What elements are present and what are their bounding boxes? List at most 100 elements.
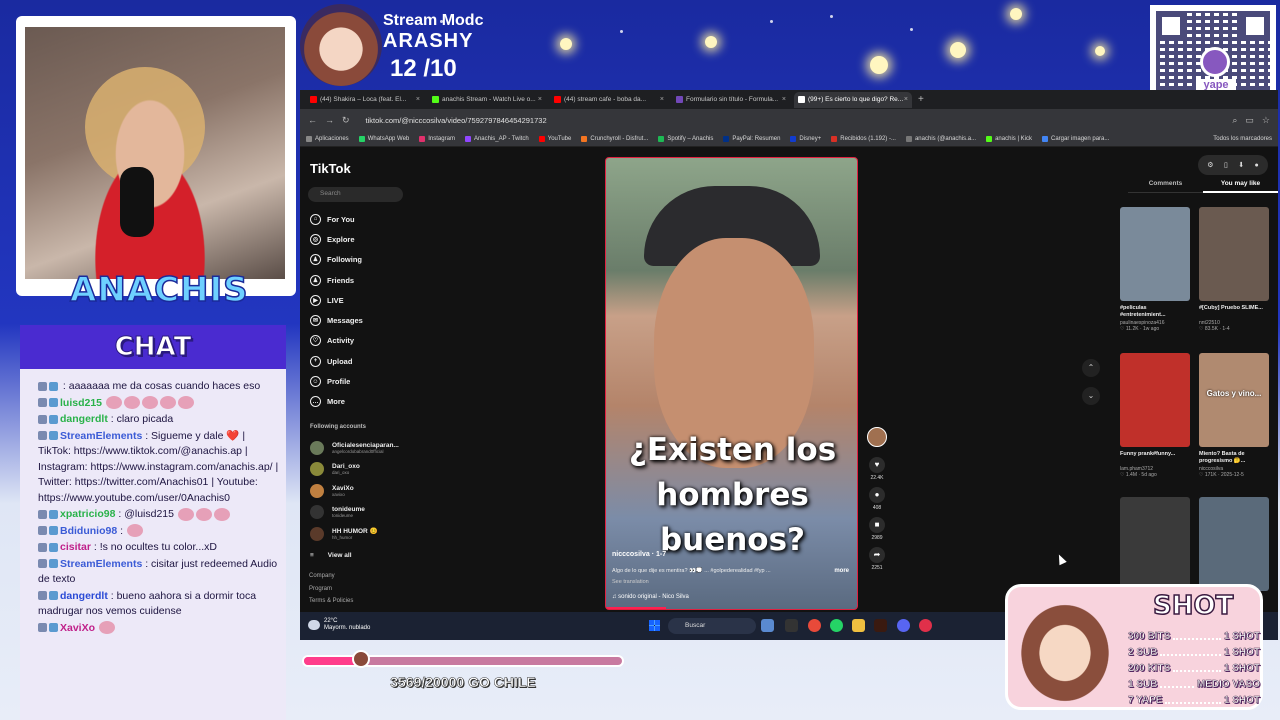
see-translation-link[interactable]: See translation [612, 579, 649, 585]
video-thumbnail[interactable] [1199, 497, 1269, 591]
tab-close-icon[interactable]: × [660, 96, 664, 103]
video-author[interactable]: nicccosilva · 1-7 [612, 551, 666, 558]
like-action[interactable]: ♥ 22.4K [867, 457, 887, 481]
recommended-video[interactable]: #peliculas #entretenimient... paulinaespi… [1120, 207, 1190, 332]
share-action[interactable]: ➦ 2251 [867, 547, 887, 571]
save-action[interactable]: ■ 2989 [867, 517, 887, 541]
settings-icon[interactable]: ⚙ [1207, 161, 1213, 169]
recommended-video[interactable]: Gatos y vino... Miento? Basta de progresi… [1199, 353, 1269, 478]
back-icon[interactable]: ← [308, 115, 317, 125]
discord-icon[interactable] [897, 619, 910, 632]
creator-avatar[interactable] [867, 427, 887, 447]
tiktok-search-input[interactable]: Search [308, 187, 403, 202]
new-tab-icon[interactable]: + [918, 94, 924, 105]
chat-username[interactable]: dangerdlt [60, 590, 108, 602]
tiktok-nav-profile[interactable]: ☺ Profile [310, 371, 363, 391]
comment-action[interactable]: ● 408 [867, 487, 887, 511]
forward-icon[interactable]: → [325, 115, 334, 125]
recommended-video[interactable] [1120, 497, 1190, 591]
all-bookmarks[interactable]: Todos los marcadores [1213, 136, 1272, 142]
tiktok-nav-for-you[interactable]: ⌂ For You [310, 209, 363, 229]
bookmark-item[interactable]: anachis (@anachis.a... [905, 135, 976, 142]
taskbar-search[interactable]: Buscar [668, 618, 756, 634]
tab-close-icon[interactable]: × [538, 96, 542, 103]
following-account[interactable]: tonideume tonideume [310, 502, 399, 524]
browser-tab[interactable]: Formulario sin título - Formula... × [672, 92, 790, 108]
tab-comments[interactable]: Comments [1128, 180, 1203, 193]
windows-start-icon[interactable] [649, 620, 660, 631]
browser-tab[interactable]: (44) stream cafe - boba da... × [550, 92, 668, 108]
tiktok-nav-upload[interactable]: + Upload [310, 351, 363, 371]
tiktok-nav-following[interactable]: ♟ Following [310, 250, 363, 270]
video-thumbnail[interactable] [1120, 207, 1190, 301]
chat-username[interactable]: dangerdlt [60, 413, 108, 425]
bookmark-star-icon[interactable]: ☆ [1262, 115, 1270, 126]
following-account[interactable]: Dari_oxo dari_oxo [310, 459, 399, 481]
chat-username[interactable]: xpatricio98 [60, 508, 115, 520]
profile-icon[interactable]: ● [1255, 162, 1259, 169]
bookmark-item[interactable]: anachis | Kick [986, 135, 1032, 142]
tiktok-nav-messages[interactable]: ✉ Messages [310, 310, 363, 330]
video-thumbnail[interactable] [1120, 497, 1190, 591]
tab-close-icon[interactable]: × [416, 96, 420, 103]
bookmark-item[interactable]: PayPal: Resumen [723, 135, 780, 142]
tiktok-video-player[interactable]: ¿Existen los hombres buenos? nicccosilva… [605, 157, 858, 610]
recommended-video[interactable]: Funny prank#funny... lam.pham3712 ♡ 1.4M ·… [1120, 353, 1190, 478]
tab-close-icon[interactable]: × [904, 96, 908, 103]
footer-link[interactable]: Company [309, 570, 353, 583]
taskbar-app-icon[interactable] [761, 619, 774, 632]
tab-you-may-like[interactable]: You may like [1203, 180, 1278, 193]
video-thumbnail[interactable] [1199, 207, 1269, 301]
following-account[interactable]: Oficialesenciaparan... angelcordobabrand0… [310, 437, 399, 459]
video-sound[interactable]: ♫ sonido original - Nico Silva [612, 594, 689, 600]
weather-widget[interactable]: 22°C Mayorm. nublado [308, 618, 370, 632]
recommended-video[interactable] [1199, 497, 1269, 591]
folder-icon[interactable] [852, 619, 865, 632]
browser-tab[interactable]: (44) Shakira – Loca (feat. El... × [306, 92, 424, 108]
chat-username[interactable]: cisitar [60, 541, 91, 553]
bookmark-item[interactable]: Spotify – Anachis [658, 135, 713, 142]
reload-icon[interactable]: ↻ [342, 115, 350, 126]
zoom-icon[interactable]: ⌕ [1232, 115, 1237, 126]
url-field[interactable]: tiktok.com/@nicccosilva/video/7592797846… [366, 116, 1225, 125]
chat-username[interactable]: StreamElements [60, 430, 142, 442]
chat-username[interactable]: XaviXo [60, 622, 95, 634]
video-progress-bar[interactable] [606, 607, 666, 609]
browser-tab[interactable]: (99+) Es cierto lo que digo? Re... × [794, 91, 912, 108]
chrome-icon[interactable] [808, 619, 821, 632]
download-icon[interactable]: ⬇ [1238, 161, 1244, 169]
tiktok-nav-more[interactable]: … More [310, 392, 363, 412]
tiktok-nav-activity[interactable]: ♡ Activity [310, 331, 363, 351]
bookmark-item[interactable]: WhatsApp Web [358, 135, 409, 142]
bookmark-item[interactable]: Instagram [419, 135, 455, 142]
scroll-up-icon[interactable]: ⌃ [1082, 359, 1100, 377]
bookmark-item[interactable]: Disney+ [790, 135, 821, 142]
following-account[interactable]: HH HUMOR 😊 hh_humor [310, 523, 399, 545]
illustrator-icon[interactable] [874, 619, 887, 632]
scroll-down-icon[interactable]: ⌄ [1082, 387, 1100, 405]
video-thumbnail[interactable]: Gatos y vino... [1199, 353, 1269, 447]
browser-tab[interactable]: anachis Stream - Watch Live o... × [428, 92, 546, 108]
bookmark-item[interactable]: Cargar imagen para... [1042, 135, 1109, 142]
tiktok-logo[interactable]: TikTok [310, 161, 351, 176]
device-icon[interactable]: ▯ [1224, 161, 1228, 169]
bookmark-item[interactable]: YouTube [538, 135, 571, 142]
tiktok-nav-friends[interactable]: ♟ Friends [310, 270, 363, 290]
taskbar-app-icon[interactable] [785, 619, 798, 632]
bookmark-item[interactable]: Crunchyroll - Disfrut... [581, 135, 648, 142]
bookmark-item[interactable]: Anachis_AP - Twitch [464, 135, 529, 142]
recommended-video[interactable]: #[Cuby] Pruebo SLIME... nnt22510 ♡ 83.5K ·… [1199, 207, 1269, 332]
footer-link[interactable]: Program [309, 583, 353, 596]
taskbar-app-icon[interactable] [919, 619, 932, 632]
chat-username[interactable]: luisd215 [60, 397, 102, 409]
following-account[interactable]: XaviXo xavixo [310, 480, 399, 502]
description-more-link[interactable]: more [834, 568, 849, 574]
whatsapp-icon[interactable] [830, 619, 843, 632]
view-all-link[interactable]: ≡ View all [310, 545, 399, 567]
chat-username[interactable]: StreamElements [60, 558, 142, 570]
tiktok-nav-explore[interactable]: ◎ Explore [310, 229, 363, 249]
bookmark-item[interactable]: Recibidos (1.192) -... [831, 135, 896, 142]
chat-username[interactable]: Bdidunio98 [60, 525, 117, 537]
install-icon[interactable]: ▭ [1245, 115, 1254, 126]
bookmark-item[interactable]: Aplicaciones [306, 135, 349, 142]
